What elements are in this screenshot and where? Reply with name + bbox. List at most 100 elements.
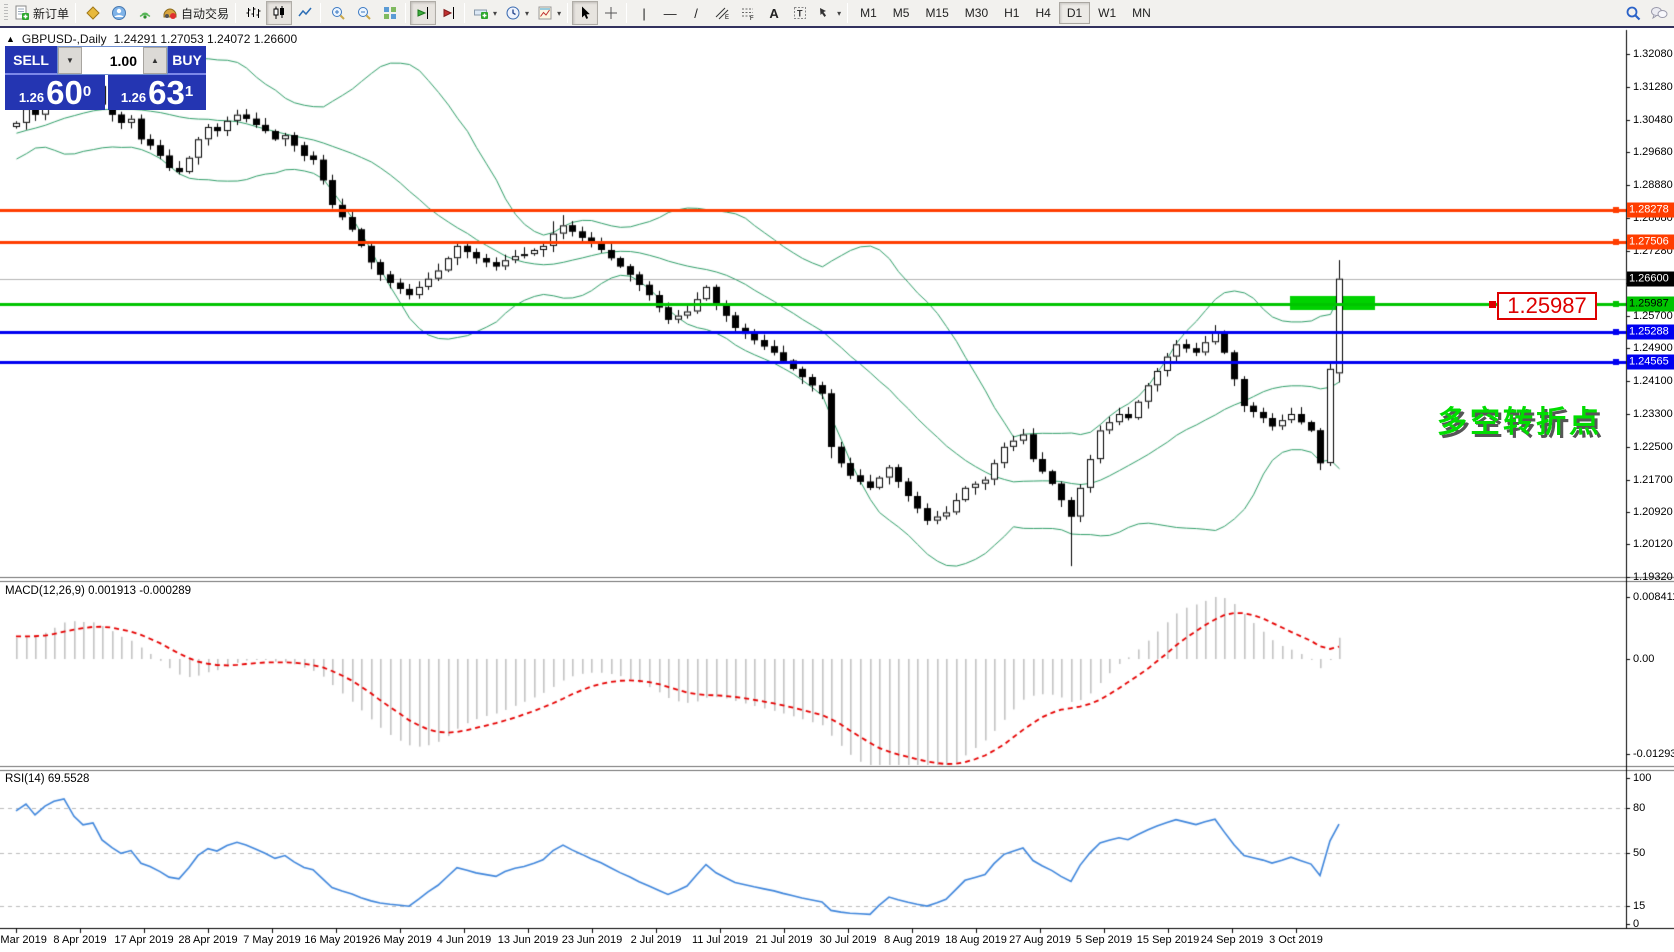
chart-canvas[interactable] — [0, 0, 1674, 952]
search-button[interactable] — [1620, 1, 1646, 25]
tf-button-d1[interactable]: D1 — [1059, 2, 1090, 24]
trendline-icon: / — [694, 7, 698, 20]
arrows-caret: ▾ — [837, 9, 841, 18]
chart-shift-icon — [441, 5, 457, 21]
templates-button[interactable]: ▾ — [533, 1, 565, 25]
volume-stepper: ▼ ▲ — [57, 46, 168, 75]
candlestick-chart-button[interactable] — [266, 1, 292, 25]
horizontal-line-icon: — — [664, 7, 677, 20]
templates-caret: ▾ — [557, 9, 561, 18]
cursor-icon — [577, 5, 593, 21]
svg-text:T: T — [797, 9, 803, 19]
buy-price-sup: 1 — [185, 75, 193, 109]
chart-symbol-period: GBPUSD-,Daily — [22, 32, 107, 46]
periods-caret: ▾ — [525, 9, 529, 18]
zoom-out-icon — [356, 5, 372, 21]
tf-button-h4[interactable]: H4 — [1027, 2, 1058, 24]
indicators-button[interactable]: ▾ — [469, 1, 501, 25]
signals-button[interactable] — [132, 1, 158, 25]
toolbar-drag-handle[interactable] — [4, 4, 8, 22]
zoom-out-button[interactable] — [351, 1, 377, 25]
fibonacci-button[interactable]: F — [735, 1, 761, 25]
text-button[interactable]: A — [761, 1, 787, 25]
arrows-button[interactable]: ▾ — [813, 1, 845, 25]
sell-price-big: 60 — [46, 78, 83, 108]
tf-button-m30[interactable]: M30 — [957, 2, 996, 24]
tile-windows-button[interactable] — [377, 1, 403, 25]
signals-icon — [137, 5, 153, 21]
vertical-line-button[interactable]: | — [631, 1, 657, 25]
tf-button-mn[interactable]: MN — [1124, 2, 1159, 24]
terminal-window: 新订单 自动交易 — [0, 0, 1674, 952]
cursor-button[interactable] — [572, 1, 598, 25]
toolbar: 新订单 自动交易 — [0, 0, 1674, 28]
buy-price-small: 1.26 — [121, 88, 146, 108]
auto-scroll-icon — [415, 5, 431, 21]
sell-button[interactable]: SELL — [5, 46, 57, 75]
pivot-annotation-text: 多空转折点 — [1437, 397, 1602, 441]
caret-up-icon: ▲ — [151, 56, 159, 65]
new-order-label: 新订单 — [33, 5, 69, 22]
bar-chart-icon — [245, 5, 261, 21]
market-icon — [85, 5, 101, 21]
one-click-trading-panel: SELL ▼ ▲ BUY 1.26600 1.26631 — [5, 46, 206, 110]
buy-price-big: 63 — [148, 78, 185, 108]
volume-decrease-button[interactable]: ▼ — [58, 47, 82, 74]
autotrading-button[interactable]: 自动交易 — [158, 1, 233, 25]
timeframe-group: M1M5M15M30H1H4D1W1MN — [852, 0, 1159, 27]
macd-values: 0.001913 -0.000289 — [88, 585, 191, 597]
periods-icon — [505, 5, 521, 21]
chat-button[interactable] — [1646, 1, 1672, 25]
horizontal-line-button[interactable]: — — [657, 1, 683, 25]
new-order-button[interactable]: 新订单 — [10, 1, 73, 25]
buy-price-panel[interactable]: 1.26631 — [108, 75, 206, 110]
bar-chart-button[interactable] — [240, 1, 266, 25]
crosshair-button[interactable] — [598, 1, 624, 25]
macd-label: MACD(12,26,9) 0.001913 -0.000289 — [5, 585, 191, 597]
auto-scroll-button[interactable] — [410, 1, 436, 25]
periods-button[interactable]: ▾ — [501, 1, 533, 25]
tf-button-m1[interactable]: M1 — [852, 2, 885, 24]
zoom-in-button[interactable] — [325, 1, 351, 25]
volume-input[interactable] — [82, 47, 143, 74]
arrows-icon — [817, 5, 833, 21]
candlestick-chart-icon — [271, 5, 287, 21]
text-label-button[interactable]: T — [787, 1, 813, 25]
crosshair-icon — [603, 5, 619, 21]
autotrading-label: 自动交易 — [181, 5, 229, 22]
line-chart-button[interactable] — [292, 1, 318, 25]
market-button[interactable] — [80, 1, 106, 25]
channel-icon: E — [714, 5, 730, 21]
community-icon — [111, 5, 127, 21]
volume-increase-button[interactable]: ▲ — [143, 47, 167, 74]
caret-down-icon: ▼ — [66, 56, 74, 65]
text-label-icon: T — [792, 5, 808, 21]
tf-button-h1[interactable]: H1 — [996, 2, 1027, 24]
templates-icon — [537, 5, 553, 21]
community-button[interactable] — [106, 1, 132, 25]
collapse-arrow-icon[interactable]: ▲ — [6, 34, 15, 44]
svg-text:E: E — [725, 15, 729, 21]
chart-shift-button[interactable] — [436, 1, 462, 25]
price-callout-box[interactable]: 1.25987 — [1497, 292, 1597, 320]
buy-button[interactable]: BUY — [168, 46, 206, 75]
tf-button-w1[interactable]: W1 — [1090, 2, 1124, 24]
text-icon: A — [769, 7, 778, 20]
svg-text:F: F — [750, 16, 754, 21]
trendline-button[interactable]: / — [683, 1, 709, 25]
tile-windows-icon — [382, 5, 398, 21]
fibonacci-icon: F — [740, 5, 756, 21]
indicators-icon — [473, 5, 489, 21]
sell-price-panel[interactable]: 1.26600 — [5, 75, 105, 110]
autotrading-icon — [162, 5, 178, 21]
new-order-icon — [14, 5, 30, 21]
sell-price-small: 1.26 — [19, 88, 44, 108]
chart-title: ▲ GBPUSD-,Daily 1.24291 1.27053 1.24072 … — [6, 32, 297, 46]
channel-button[interactable]: E — [709, 1, 735, 25]
search-icon — [1625, 5, 1642, 22]
vertical-line-icon: | — [642, 7, 645, 20]
tf-button-m15[interactable]: M15 — [917, 2, 956, 24]
indicators-caret: ▾ — [493, 9, 497, 18]
tf-button-m5[interactable]: M5 — [885, 2, 918, 24]
rsi-label: RSI(14) 69.5528 — [5, 773, 89, 785]
